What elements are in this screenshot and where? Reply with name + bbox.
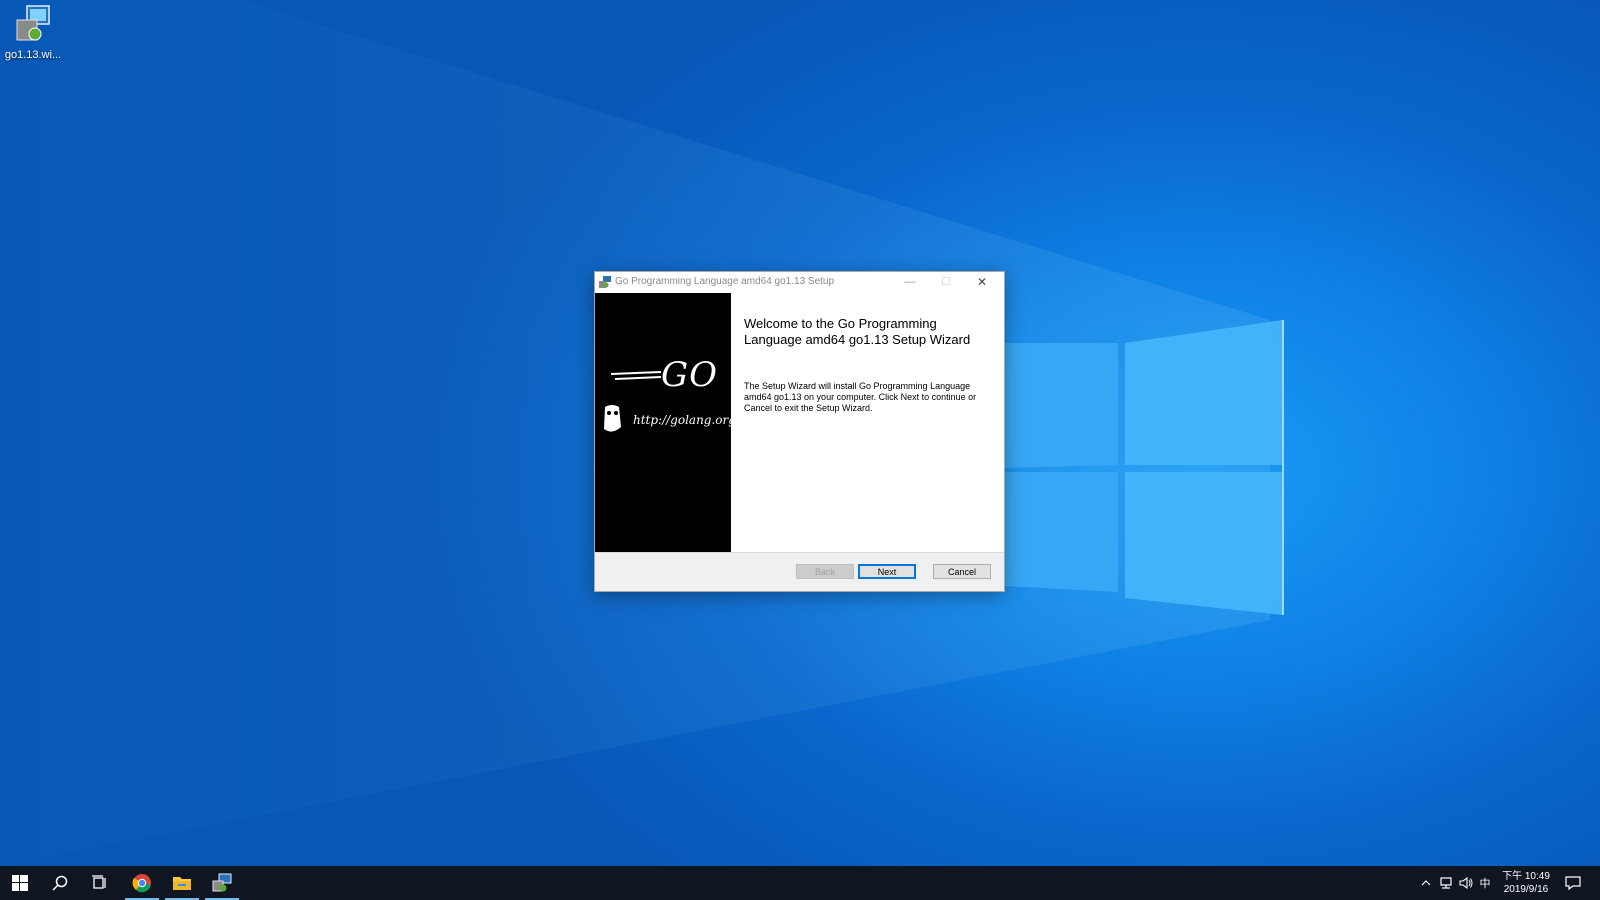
gopher-icon: [604, 405, 621, 432]
show-hidden-icons-button[interactable]: [1418, 866, 1434, 900]
title-bar[interactable]: Go Programming Language amd64 go1.13 Set…: [595, 272, 1004, 293]
search-button[interactable]: [40, 866, 80, 900]
close-button[interactable]: ✕: [964, 272, 1000, 293]
notification-icon: [1565, 876, 1581, 890]
volume-control[interactable]: [1457, 866, 1475, 900]
action-center-button[interactable]: [1560, 866, 1586, 900]
wizard-footer: Back Next Cancel: [595, 552, 1004, 591]
ime-indicator[interactable]: 中: [1477, 866, 1493, 900]
taskbar-file-explorer[interactable]: [162, 866, 202, 900]
clock-time: 下午 10:49: [1502, 871, 1550, 882]
taskbar: 中 下午 10:49 2019/9/16: [0, 866, 1600, 900]
msi-installer-icon: [212, 873, 232, 892]
msi-installer-icon: [2, 4, 64, 47]
taskbar-chrome[interactable]: [122, 866, 162, 900]
network-status[interactable]: [1437, 866, 1455, 900]
desktop-icon-label: go1.13.wi...: [4, 49, 62, 61]
desktop-icon-go-installer[interactable]: go1.13.wi...: [2, 4, 64, 61]
wizard-content: Welcome to the Go Programming Language a…: [731, 293, 1004, 552]
chevron-up-icon: [1421, 880, 1431, 886]
start-button[interactable]: [0, 866, 40, 900]
task-view-button[interactable]: [80, 866, 120, 900]
golang-url: http://golang.org: [633, 413, 731, 427]
search-icon: [52, 875, 68, 891]
speaker-icon: [1459, 877, 1473, 889]
network-icon: [1440, 877, 1452, 889]
back-button[interactable]: Back: [796, 564, 854, 579]
maximize-button[interactable]: ☐: [928, 272, 964, 293]
clock[interactable]: 下午 10:49 2019/9/16: [1496, 870, 1556, 896]
wizard-heading: Welcome to the Go Programming Language a…: [744, 316, 971, 347]
windows-start-icon: [12, 875, 28, 891]
wizard-description: The Setup Wizard will install Go Program…: [744, 381, 977, 413]
msi-installer-icon: [598, 275, 612, 294]
window-title: Go Programming Language amd64 go1.13 Set…: [615, 276, 835, 287]
speed-lines-icon: [611, 371, 662, 380]
folder-icon: [173, 877, 191, 890]
taskbar-installer[interactable]: [202, 866, 242, 900]
minimize-button[interactable]: —: [892, 272, 928, 293]
wizard-banner: GO http://golang.org: [595, 293, 731, 552]
clock-date: 2019/9/16: [1503, 884, 1549, 895]
chrome-icon: [132, 874, 151, 893]
task-view-icon: [92, 875, 106, 889]
setup-wizard-window: Go Programming Language amd64 go1.13 Set…: [594, 271, 1005, 592]
next-button[interactable]: Next: [858, 564, 916, 579]
go-logo: GO: [661, 355, 719, 395]
cancel-button[interactable]: Cancel: [933, 564, 991, 579]
